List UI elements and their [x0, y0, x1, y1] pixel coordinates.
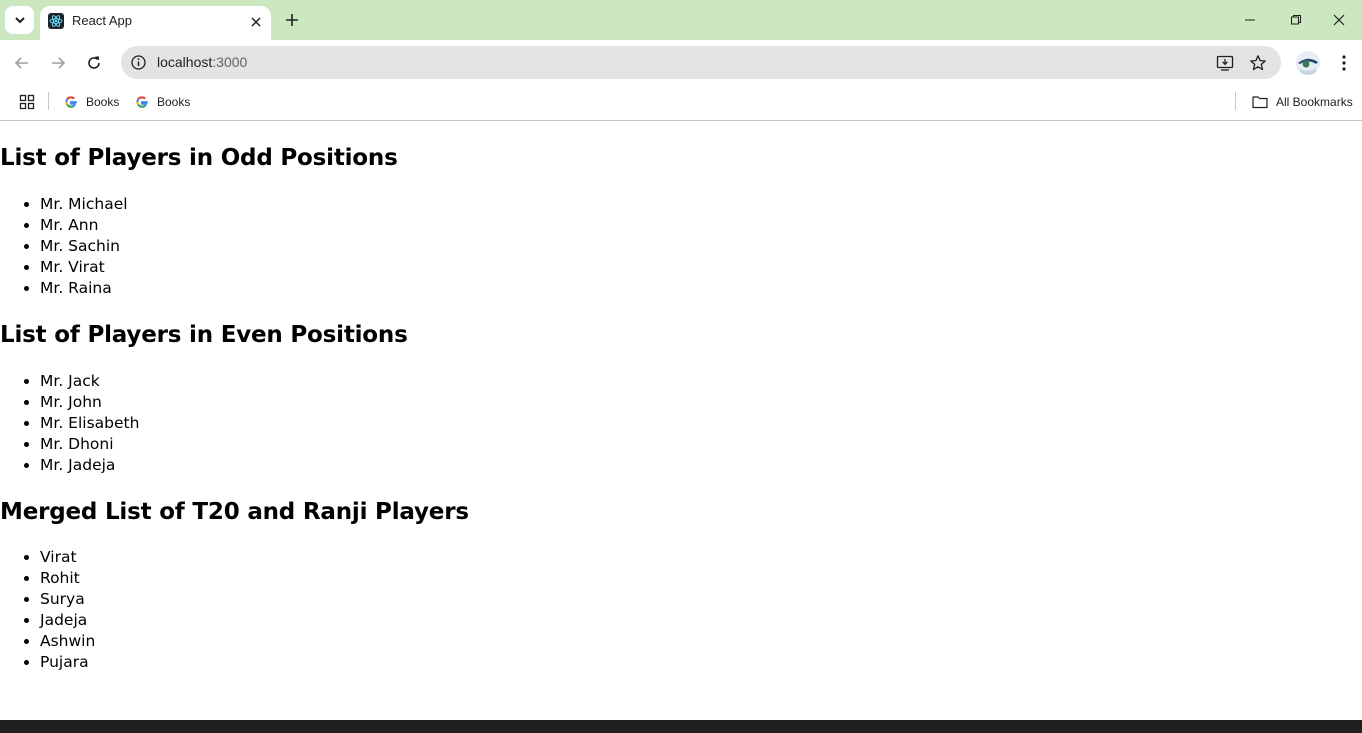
odd-positions-list: Mr. Michael Mr. Ann Mr. Sachin Mr. Virat… — [0, 194, 128, 299]
browser-menu-button[interactable] — [1333, 50, 1355, 76]
bookmarks-bar: Books Books All Bookmarks — [0, 85, 1362, 121]
bookmarks-divider — [48, 92, 49, 110]
list-item: Jadeja — [40, 610, 95, 631]
apps-button[interactable] — [17, 92, 37, 112]
tab-title: React App — [72, 13, 132, 28]
more-vert-icon — [1342, 55, 1346, 71]
close-icon — [251, 17, 261, 27]
avatar-icon — [1296, 51, 1320, 75]
reload-button[interactable] — [81, 50, 107, 76]
even-positions-heading: List of Players in Even Positions — [0, 322, 408, 348]
list-item: Mr. Raina — [40, 278, 128, 299]
all-bookmarks-button[interactable]: All Bookmarks — [1252, 91, 1353, 113]
browser-toolbar: localhost:3000 — [0, 40, 1362, 85]
close-icon — [1333, 14, 1345, 26]
odd-positions-heading: List of Players in Odd Positions — [0, 145, 398, 171]
apps-grid-icon — [19, 94, 35, 110]
bookmark-label: Books — [157, 95, 191, 109]
tab-close-button[interactable] — [246, 12, 266, 32]
list-item: Mr. Jadeja — [40, 455, 139, 476]
reload-icon — [88, 56, 100, 69]
address-bar[interactable]: localhost:3000 — [121, 46, 1281, 79]
restore-button[interactable] — [1273, 6, 1319, 34]
page-content: List of Players in Odd Positions Mr. Mic… — [0, 121, 1362, 720]
tab-search-button[interactable] — [5, 6, 34, 34]
google-g-icon — [136, 96, 148, 108]
google-g-icon — [65, 96, 77, 108]
list-item: Rohit — [40, 568, 95, 589]
even-positions-list: Mr. Jack Mr. John Mr. Elisabeth Mr. Dhon… — [0, 371, 139, 476]
merged-players-list: Virat Rohit Surya Jadeja Ashwin Pujara — [0, 547, 95, 673]
bookmark-item[interactable]: Books — [64, 91, 119, 113]
info-icon[interactable] — [130, 54, 147, 71]
list-item: Mr. Elisabeth — [40, 413, 139, 434]
list-item: Mr. Michael — [40, 194, 128, 215]
url-port: :3000 — [212, 54, 248, 70]
list-item: Mr. John — [40, 392, 139, 413]
bookmarks-divider — [1235, 92, 1236, 110]
minimize-button[interactable] — [1227, 6, 1273, 34]
bookmark-label: Books — [86, 95, 120, 109]
install-icon — [1216, 55, 1234, 71]
list-item: Mr. Virat — [40, 257, 128, 278]
list-item: Pujara — [40, 652, 95, 673]
url-text[interactable]: localhost:3000 — [157, 54, 247, 70]
list-item: Mr. Ann — [40, 215, 128, 236]
react-logo-icon — [48, 13, 64, 29]
list-item: Virat — [40, 547, 95, 568]
chevron-down-icon — [14, 17, 25, 24]
plus-icon — [286, 14, 298, 26]
forward-button[interactable] — [45, 50, 71, 76]
arrow-left-icon — [14, 57, 28, 69]
list-item: Mr. Jack — [40, 371, 139, 392]
list-item: Surya — [40, 589, 95, 610]
list-item: Mr. Dhoni — [40, 434, 139, 455]
profile-avatar[interactable] — [1296, 51, 1320, 75]
new-tab-button[interactable] — [280, 8, 304, 32]
url-host: localhost — [157, 54, 213, 70]
bookmark-item[interactable]: Books — [135, 91, 190, 113]
minimize-icon — [1245, 19, 1255, 21]
restore-icon — [1291, 15, 1301, 25]
bookmark-star-button[interactable] — [1247, 52, 1269, 74]
arrow-right-icon — [52, 57, 66, 69]
list-item: Mr. Sachin — [40, 236, 128, 257]
tab-strip: React App — [0, 0, 1362, 40]
star-icon — [1250, 55, 1266, 71]
install-app-button[interactable] — [1214, 52, 1236, 74]
os-taskbar — [0, 720, 1362, 733]
merged-list-heading: Merged List of T20 and Ranji Players — [0, 499, 469, 525]
close-window-button[interactable] — [1316, 6, 1362, 34]
back-button[interactable] — [9, 50, 35, 76]
folder-icon — [1252, 96, 1268, 109]
all-bookmarks-label: All Bookmarks — [1276, 95, 1353, 109]
active-tab[interactable]: React App — [40, 6, 271, 40]
list-item: Ashwin — [40, 631, 95, 652]
